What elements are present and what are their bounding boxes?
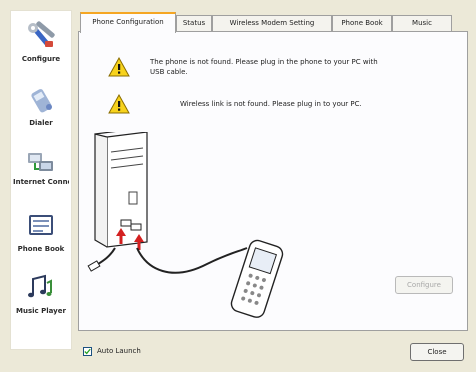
close-button[interactable]: Close [410, 343, 464, 361]
sidebar-item-dialer[interactable]: Dialer [13, 81, 69, 141]
sidebar-item-label: Configure [21, 55, 61, 63]
tab-phone-configuration[interactable]: Phone Configuration [80, 12, 176, 33]
sidebar-item-music-player[interactable]: Music Player [13, 269, 69, 329]
sidebar-item-label: Internet Connection [13, 178, 69, 186]
tab-music[interactable]: Music [392, 15, 452, 31]
configure-button[interactable]: Configure [395, 276, 453, 294]
phone-not-found-message: The phone is not found. Please plug in t… [150, 58, 378, 76]
phone-icon [31, 89, 52, 113]
window-bottom-edge [0, 364, 476, 372]
tab-panel: The phone is not found. Please plug in t… [78, 31, 468, 331]
music-notes-icon [28, 274, 52, 298]
warning-icon [108, 57, 130, 77]
sidebar-item-configure[interactable]: Configure [13, 17, 69, 77]
tools-icon [28, 21, 55, 47]
tab-phone-book[interactable]: Phone Book [332, 15, 392, 31]
sidebar-item-phone-book[interactable]: Phone Book [13, 207, 69, 267]
warning-icon [108, 94, 130, 114]
sidebar-item-internet-connection[interactable]: Internet Connection [13, 143, 69, 203]
tab-wireless-modem-setting[interactable]: Wireless Modem Setting [212, 15, 332, 31]
pc-phone-connection-illustration [87, 132, 284, 318]
sidebar-item-label: Phone Book [17, 245, 65, 253]
wireless-not-found-message: Wireless link is not found. Please plug … [180, 100, 362, 108]
sidebar-item-label: Dialer [29, 119, 53, 127]
auto-launch-label: Auto Launch [97, 347, 141, 355]
app-window: Configure Dialer Internet Connection [0, 0, 476, 372]
checkmark-icon [84, 348, 91, 355]
auto-launch-checkbox[interactable] [83, 347, 92, 356]
sidebar-item-label: Music Player [16, 307, 66, 315]
phonebook-icon [29, 215, 53, 235]
sidebar: Configure Dialer Internet Connection [10, 10, 72, 350]
network-icon [28, 153, 53, 171]
tab-status[interactable]: Status [176, 15, 212, 31]
tab-strip: Phone Configuration Status Wireless Mode… [78, 12, 468, 33]
